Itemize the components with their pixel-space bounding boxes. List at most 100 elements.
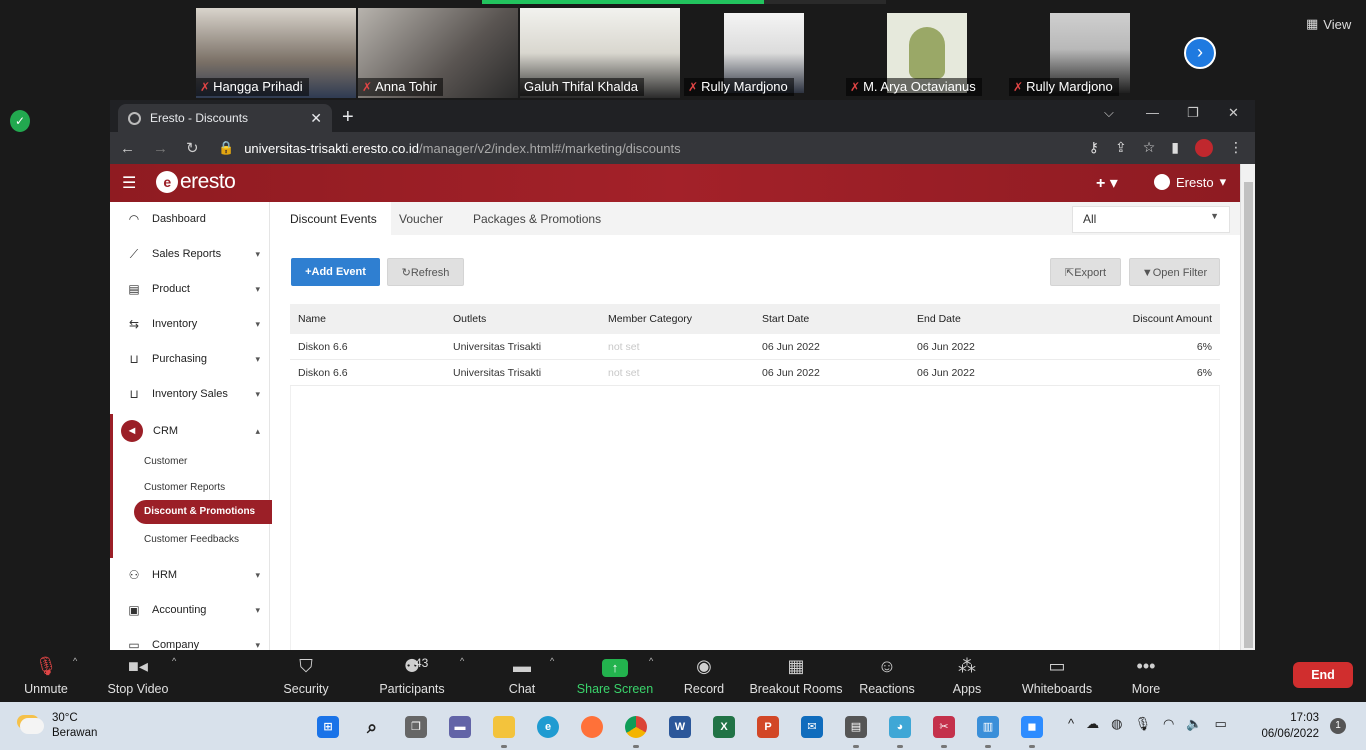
hamburger-menu-icon[interactable]: ☰ xyxy=(122,173,136,193)
minimize-icon[interactable]: — xyxy=(1146,105,1159,120)
network-globe-icon[interactable]: ◍ xyxy=(1111,716,1122,732)
add-event-button[interactable]: +Add Event xyxy=(291,258,380,286)
tab-packages-promotions[interactable]: Packages & Promotions xyxy=(459,202,615,235)
column-header[interactable]: Discount Amount xyxy=(1133,304,1212,334)
sidepanel-icon[interactable]: ▮ xyxy=(1171,139,1179,157)
gauge-icon: ◠ xyxy=(128,212,140,226)
back-icon[interactable]: ← xyxy=(120,140,135,157)
share-icon[interactable]: ⇪ xyxy=(1115,139,1127,157)
menu-dots-icon[interactable]: ⋮ xyxy=(1229,139,1243,157)
excel-icon[interactable]: X xyxy=(708,712,740,742)
security-button[interactable]: ⛉ Security xyxy=(251,650,361,702)
submenu-customer-feedbacks[interactable]: Customer Feedbacks xyxy=(144,534,239,545)
view-button[interactable]: ▦ View xyxy=(1306,16,1351,32)
sidebar-item-accounting[interactable]: ▣ Accounting ▾ xyxy=(110,593,270,627)
participant-name: Rully Mardjono xyxy=(1026,79,1113,94)
column-header[interactable]: Start Date xyxy=(762,304,809,334)
search-icon[interactable]: ⌕ xyxy=(356,712,388,742)
forward-icon[interactable]: → xyxy=(153,140,168,157)
participants-button[interactable]: ⚉ Participants 43 ^ xyxy=(357,650,467,702)
page-scrollbar[interactable] xyxy=(1240,164,1255,650)
volume-icon[interactable]: 🔈 xyxy=(1186,716,1202,732)
sidebar-item-inventory[interactable]: ⇆ Inventory ▾ xyxy=(110,307,270,341)
address-bar[interactable]: 🔒 universitas-trisakti.eresto.co.id/mana… xyxy=(218,135,1218,161)
column-header[interactable]: Name xyxy=(298,304,326,334)
firefox-icon[interactable] xyxy=(576,712,608,742)
close-tab-icon[interactable]: ✕ xyxy=(310,110,322,127)
microphone-icon[interactable]: 🎙 xyxy=(1134,716,1151,732)
sidebar-item-crm[interactable]: ◄ CRM ▴ xyxy=(110,414,270,448)
mail-icon[interactable]: ✉ xyxy=(796,712,828,742)
snipping-tool-icon[interactable]: ✂ xyxy=(928,712,960,748)
end-meeting-button[interactable]: End xyxy=(1293,662,1353,688)
chrome-icon[interactable] xyxy=(620,712,652,748)
chevron-up-icon[interactable]: ^ xyxy=(460,656,464,666)
profile-avatar[interactable] xyxy=(1195,139,1213,157)
participant-tile[interactable]: ✗ Rully Mardjono xyxy=(1009,8,1169,98)
zoom-app-icon[interactable]: ◼ xyxy=(1016,712,1048,748)
security-shield-icon[interactable]: ✓ xyxy=(10,110,30,132)
file-explorer-icon[interactable] xyxy=(488,712,520,748)
user-menu[interactable]: Eresto ▾ xyxy=(1154,174,1226,190)
close-window-icon[interactable]: ✕ xyxy=(1228,105,1239,121)
refresh-button[interactable]: ↻Refresh xyxy=(387,258,464,286)
tab-search-chevron-icon[interactable]: ⌵ xyxy=(1104,105,1114,121)
app-header: ☰ e eresto + ▾ Eresto ▾ xyxy=(110,164,1240,202)
paint-icon[interactable]: ◕ xyxy=(884,712,916,748)
chevron-up-icon[interactable]: ^ xyxy=(550,656,554,666)
table-row[interactable]: Diskon 6.6 Universitas Trisakti not set … xyxy=(290,360,1220,386)
open-filter-button[interactable]: ▼Open Filter xyxy=(1129,258,1220,286)
column-header[interactable]: End Date xyxy=(917,304,961,334)
chevron-up-icon[interactable]: ^ xyxy=(172,656,176,666)
column-header[interactable]: Outlets xyxy=(453,304,486,334)
word-icon[interactable]: W xyxy=(664,712,696,742)
submenu-customer[interactable]: Customer xyxy=(144,456,187,467)
participant-tile[interactable]: ✗ Hangga Prihadi xyxy=(196,8,356,98)
notification-badge[interactable]: 1 xyxy=(1330,718,1346,734)
tab-discount-events[interactable]: Discount Events xyxy=(276,202,391,235)
next-page-arrow-icon[interactable]: › xyxy=(1184,37,1216,69)
more-button[interactable]: ••• More xyxy=(1091,650,1201,702)
notepad-icon[interactable]: ▥ xyxy=(972,712,1004,748)
browser-tab[interactable]: Eresto - Discounts ✕ xyxy=(118,104,332,132)
submenu-discount-promotions[interactable]: Discount & Promotions xyxy=(134,500,272,524)
participant-tile[interactable]: ✗ Anna Tohir xyxy=(358,8,518,98)
sidebar-item-hrm[interactable]: ⚇ HRM ▾ xyxy=(110,558,270,592)
submenu-customer-reports[interactable]: Customer Reports xyxy=(144,482,225,493)
reload-icon[interactable]: ↻ xyxy=(186,139,199,157)
stop-video-button[interactable]: ■◂ Stop Video ^ xyxy=(83,650,193,702)
participant-tile[interactable]: ✗ Rully Mardjono xyxy=(684,8,844,98)
new-tab-icon[interactable]: + xyxy=(342,106,354,129)
clock[interactable]: 17:03 06/06/2022 xyxy=(1261,710,1319,742)
export-button[interactable]: ⇱Export xyxy=(1050,258,1121,286)
chevron-up-icon[interactable]: ^ xyxy=(73,656,77,666)
restore-icon[interactable]: ❐ xyxy=(1187,105,1199,121)
notes-app-icon[interactable]: ▤ xyxy=(840,712,872,748)
wifi-icon[interactable]: ◠ xyxy=(1163,716,1174,732)
task-view-icon[interactable]: ❐ xyxy=(400,712,432,742)
star-icon[interactable]: ☆ xyxy=(1143,139,1156,157)
table-row[interactable]: Diskon 6.6 Universitas Trisakti not set … xyxy=(290,334,1220,360)
weather-widget[interactable]: 30°C Berawan xyxy=(20,711,97,741)
show-hidden-icons-chevron-icon[interactable]: ^ xyxy=(1068,716,1074,732)
teams-chat-icon[interactable]: ▬ xyxy=(444,712,476,742)
tab-voucher[interactable]: Voucher xyxy=(385,202,457,235)
sidebar-item-purchasing[interactable]: ⊔ Purchasing ▾ xyxy=(110,342,270,376)
edge-icon[interactable]: e xyxy=(532,712,564,742)
powerpoint-icon[interactable]: P xyxy=(752,712,784,742)
sidebar-item-company[interactable]: ▭ Company ▾ xyxy=(110,628,270,650)
start-windows-icon[interactable]: ⊞ xyxy=(312,712,344,742)
sidebar-item-product[interactable]: ▤ Product ▾ xyxy=(110,272,270,306)
sidebar-item-inventory-sales[interactable]: ⊔ Inventory Sales ▾ xyxy=(110,377,270,411)
outlet-filter-select[interactable]: All ▼ xyxy=(1072,206,1230,233)
add-menu-button[interactable]: + ▾ xyxy=(1096,173,1118,193)
sidebar-item-sales-reports[interactable]: ⟋ Sales Reports ▾ xyxy=(110,237,270,271)
column-header[interactable]: Member Category xyxy=(608,304,692,334)
battery-icon[interactable]: ▭ xyxy=(1215,716,1227,732)
sidebar-item-dashboard[interactable]: ◠ Dashboard xyxy=(110,202,270,236)
onedrive-cloud-icon[interactable]: ☁ xyxy=(1086,716,1099,732)
participant-tile-active-speaker[interactable]: Galuh Thifal Khalda xyxy=(520,8,680,98)
participant-tile[interactable]: ✗ M. Arya Octavianus xyxy=(846,8,1006,98)
content-tabs: Discount Events Voucher Packages & Promo… xyxy=(276,202,1240,235)
key-icon[interactable]: ⚷ xyxy=(1089,139,1099,157)
